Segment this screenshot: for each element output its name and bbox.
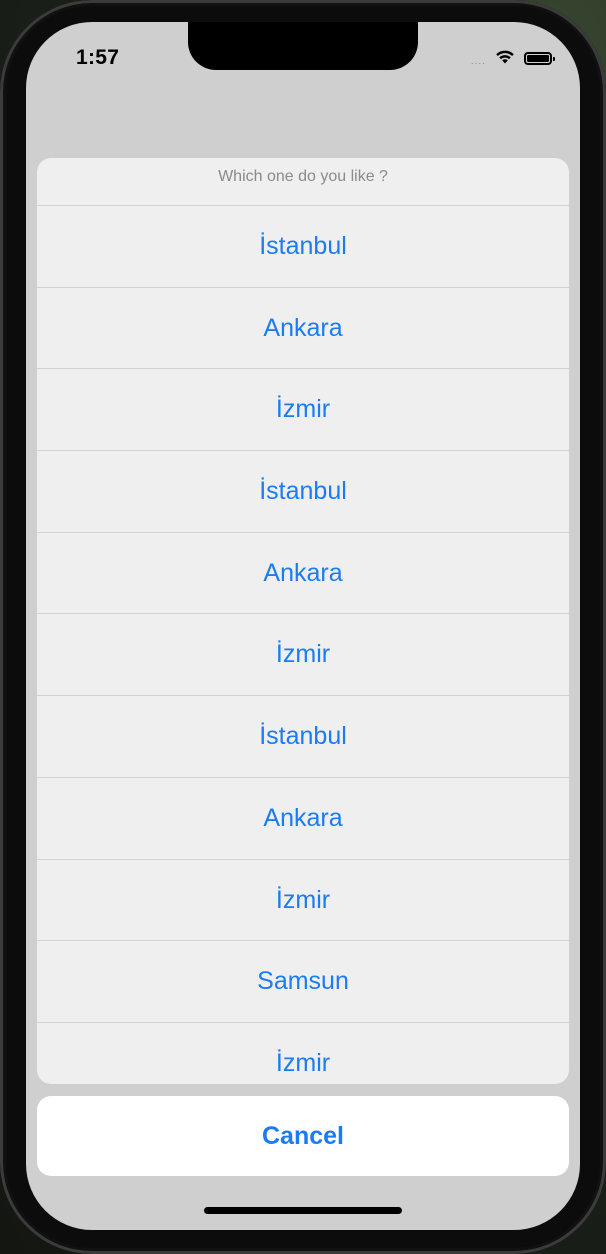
status-time: 1:57	[76, 46, 120, 69]
option-istanbul[interactable]: İstanbul	[37, 451, 569, 533]
option-istanbul[interactable]: İstanbul	[37, 206, 569, 288]
status-icons: ....	[470, 48, 555, 69]
option-izmir[interactable]: İzmir	[37, 860, 569, 942]
option-izmir[interactable]: İzmir	[37, 369, 569, 452]
option-ankara[interactable]: Ankara	[37, 533, 569, 615]
option-ankara[interactable]: Ankara	[37, 288, 569, 370]
wifi-icon	[494, 48, 516, 69]
phone-screen: 1:57 .... Which one do you like ? İstanb…	[26, 22, 580, 1230]
action-sheet: Which one do you like ? İstanbul Ankara …	[37, 158, 569, 1084]
option-samsun[interactable]: Samsun	[37, 941, 569, 1023]
action-sheet-options: İstanbul Ankara İzmir İstanbul Ankara İz…	[37, 206, 569, 1084]
notch	[188, 22, 418, 70]
action-sheet-title: Which one do you like ?	[37, 158, 569, 206]
home-indicator[interactable]	[204, 1207, 402, 1214]
option-ankara[interactable]: Ankara	[37, 778, 569, 860]
phone-frame: 1:57 .... Which one do you like ? İstanb…	[0, 0, 606, 1254]
battery-icon	[524, 52, 555, 65]
cancel-button[interactable]: Cancel	[37, 1096, 569, 1176]
option-izmir[interactable]: İzmir	[37, 1023, 569, 1084]
option-istanbul[interactable]: İstanbul	[37, 696, 569, 778]
signal-dots: ....	[470, 55, 486, 67]
option-izmir[interactable]: İzmir	[37, 614, 569, 697]
